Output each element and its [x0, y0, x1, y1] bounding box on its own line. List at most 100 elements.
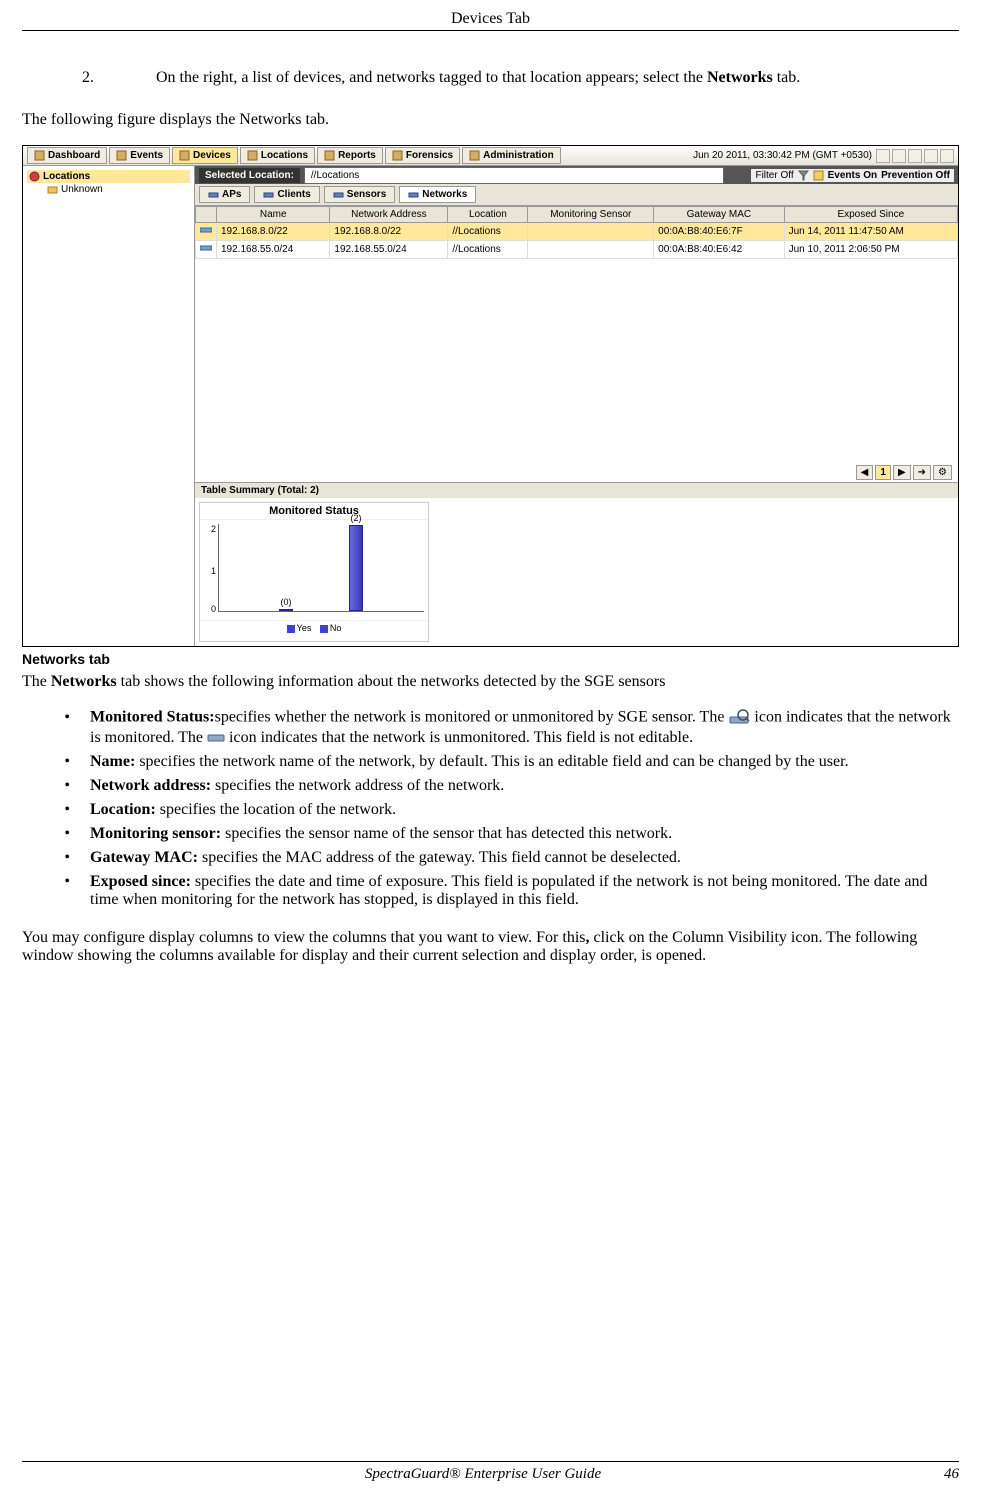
- col-monitoring-sensor[interactable]: Monitoring Sensor: [528, 207, 654, 223]
- table-wrap: NameNetwork AddressLocationMonitoring Se…: [195, 206, 958, 482]
- tree-root[interactable]: Locations: [27, 170, 190, 183]
- subtab-label: Networks: [422, 189, 467, 200]
- refresh-icon[interactable]: [876, 149, 890, 163]
- bullet-text: specifies the sensor name of the sensor …: [221, 825, 672, 842]
- footer-page: 46: [944, 1466, 959, 1483]
- bullet-text: icon indicates that the network is unmon…: [225, 729, 693, 746]
- closing-para: You may configure display columns to vie…: [22, 929, 959, 965]
- events-label[interactable]: Events On: [828, 170, 877, 181]
- unmonitored-icon: [207, 732, 225, 744]
- folder-icon: [47, 184, 58, 195]
- intro-text: The following figure displays the Networ…: [22, 111, 959, 129]
- col-exposed-since[interactable]: Exposed Since: [784, 207, 957, 223]
- bullet-label: Network address:: [90, 777, 211, 794]
- cell-sensor: [528, 223, 654, 241]
- chart-y-axis: 2 1 0: [204, 524, 218, 616]
- axis-tick-2: 2: [211, 524, 216, 534]
- row-icon: [196, 223, 217, 241]
- bullet-text: specifies the network name of the networ…: [135, 753, 848, 770]
- cell-exposed: Jun 10, 2011 2:06:50 PM: [784, 241, 957, 259]
- col-icon: [196, 207, 217, 223]
- filter-label[interactable]: Filter Off: [755, 170, 793, 181]
- logout-icon[interactable]: [924, 149, 938, 163]
- table-header-row: NameNetwork AddressLocationMonitoring Se…: [196, 207, 958, 223]
- bar-no: [349, 525, 363, 611]
- tab-label: Dashboard: [48, 150, 100, 161]
- networks-table[interactable]: NameNetwork AddressLocationMonitoring Se…: [195, 206, 958, 259]
- closing-p1: You may configure display columns to vie…: [22, 929, 586, 946]
- tab-label: Events: [130, 150, 163, 161]
- step-block: 2. On the right, a list of devices, and …: [22, 69, 959, 87]
- selected-location-value: //Locations: [304, 167, 724, 184]
- table-row[interactable]: 192.168.8.0/22192.168.8.0/22//Locations0…: [196, 223, 958, 241]
- sub-tab-clients[interactable]: Clients: [254, 186, 319, 203]
- filter-icon[interactable]: [798, 170, 809, 181]
- sub-tab-sensors[interactable]: Sensors: [324, 186, 395, 203]
- main-tab-locations[interactable]: Locations: [240, 147, 315, 164]
- settings-icon[interactable]: [908, 149, 922, 163]
- tab-icon: [179, 150, 190, 161]
- cell-sensor: [528, 241, 654, 259]
- help-icon[interactable]: [892, 149, 906, 163]
- col-name[interactable]: Name: [217, 207, 330, 223]
- bar-label: (2): [351, 513, 362, 523]
- cell-mac: 00:0A:B8:40:E6:7F: [654, 223, 784, 241]
- main-tab-forensics[interactable]: Forensics: [385, 147, 460, 164]
- table-summary: Table Summary (Total: 2): [195, 482, 958, 498]
- step-prefix: On the right, a list of devices, and net…: [156, 69, 707, 86]
- chart-plot: (0)(2): [218, 524, 424, 612]
- paginator-next[interactable]: ▶: [893, 465, 911, 480]
- cell-name: 192.168.55.0/24: [217, 241, 330, 259]
- tree-child[interactable]: Unknown: [27, 183, 190, 196]
- paginator-current[interactable]: 1: [875, 465, 891, 480]
- step-suffix: tab.: [773, 69, 801, 86]
- cell-exposed: Jun 14, 2011 11:47:50 AM: [784, 223, 957, 241]
- expand-icon[interactable]: [940, 149, 954, 163]
- tab-icon: [469, 150, 480, 161]
- legend-yes: Yes: [297, 623, 312, 633]
- legend-no: No: [330, 623, 342, 633]
- monitored-icon: [728, 707, 750, 729]
- step-number: 2.: [82, 69, 152, 87]
- col-network-address[interactable]: Network Address: [330, 207, 448, 223]
- toolbar-icons: [876, 149, 954, 163]
- bullet-item: Exposed since: specifies the date and ti…: [82, 873, 959, 909]
- main-tab-reports[interactable]: Reports: [317, 147, 383, 164]
- sub-tabs: APsClients Sensors Networks: [195, 184, 958, 206]
- location-tree[interactable]: Locations Unknown: [23, 166, 195, 646]
- col-gateway-mac[interactable]: Gateway MAC: [654, 207, 784, 223]
- subtab-icon: [333, 189, 344, 200]
- bullet-label: Monitoring sensor:: [90, 825, 221, 842]
- step-text: On the right, a list of devices, and net…: [156, 69, 800, 86]
- paginator-config[interactable]: ⚙: [933, 465, 952, 480]
- col-location[interactable]: Location: [448, 207, 528, 223]
- post-intro-prefix: The: [22, 673, 51, 690]
- bullet-text: specifies the network address of the net…: [211, 777, 504, 794]
- paginator[interactable]: ◀ 1 ▶ ➜ ⚙: [856, 465, 952, 480]
- table-row[interactable]: 192.168.55.0/24192.168.55.0/24//Location…: [196, 241, 958, 259]
- tree-root-label: Locations: [43, 171, 90, 182]
- bullet-text: specifies the location of the network.: [156, 801, 396, 818]
- main-tab-devices[interactable]: Devices: [172, 147, 238, 164]
- bullet-label: Monitored Status:: [90, 709, 215, 726]
- main-tab-dashboard[interactable]: Dashboard: [27, 147, 107, 164]
- sub-tab-aps[interactable]: APs: [199, 186, 250, 203]
- paginator-go[interactable]: ➜: [913, 465, 931, 480]
- chart-body: 2 1 0 (0)(2): [200, 520, 428, 620]
- main-tab-events[interactable]: Events: [109, 147, 170, 164]
- chart-legend: Yes No: [200, 620, 428, 635]
- bullet-label: Location:: [90, 801, 156, 818]
- sub-tab-networks[interactable]: Networks: [399, 186, 476, 203]
- paginator-prev[interactable]: ◀: [856, 465, 874, 480]
- tab-label: Devices: [193, 150, 231, 161]
- figure-caption: Networks tab: [22, 651, 959, 667]
- prevention-label[interactable]: Prevention Off: [881, 170, 950, 181]
- chart-area: Monitored Status 2 1 0 (0)(2) Yes No: [195, 498, 958, 646]
- tab-label: Administration: [483, 150, 554, 161]
- post-intro-suffix: tab shows the following information abou…: [117, 673, 666, 690]
- subtab-icon: [208, 189, 219, 200]
- main-tabs: Dashboard Events Devices LocationsReportsFo…: [27, 147, 561, 164]
- main-tab-administration[interactable]: Administration: [462, 147, 561, 164]
- post-intro-bold: Networks: [51, 673, 117, 690]
- location-bar: Selected Location: //Locations Filter Of…: [195, 166, 958, 184]
